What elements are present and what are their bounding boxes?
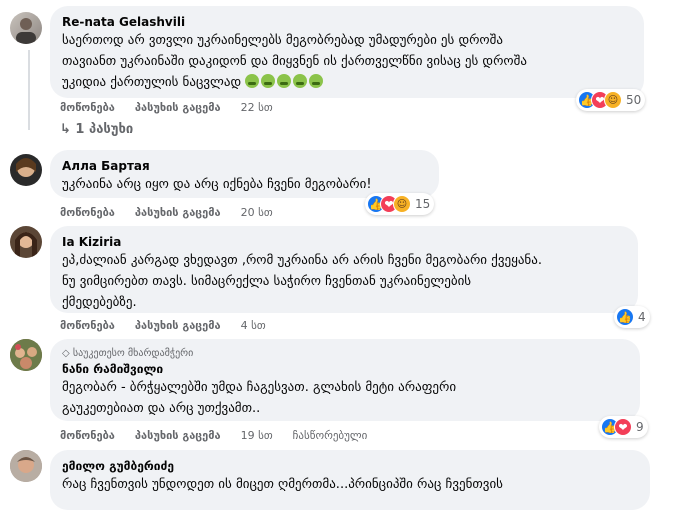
comment-actions: მოწონება პასუხის გაცემა 20 სთ — [60, 206, 273, 219]
comment-bubble: Ia Kiziria ეპ,ძალიან კარგად ვხედავთ ,რომ… — [50, 226, 638, 313]
avatar[interactable] — [10, 450, 42, 482]
comment-text: მეგობარ - ბრჭყალებში უმდა ჩაგესვათ. გლახ… — [62, 377, 628, 419]
timestamp[interactable]: 4 სთ — [241, 319, 266, 332]
avatar-image — [10, 450, 42, 482]
reaction-summary[interactable]: 👍 ❤ ☺ 50 — [576, 89, 646, 111]
thread-line — [28, 50, 30, 130]
comment-bubble: Re-nata Gelashvili საერთოდ არ ვთვლი უკრა… — [50, 6, 644, 98]
avatar-image — [16, 18, 36, 44]
comment-author[interactable]: Re-nata Gelashvili — [62, 14, 632, 30]
comment-line: ეპ,ძალიან კარგად ვხედავთ ,რომ უკრაინა არ… — [62, 253, 542, 268]
reply-button[interactable]: პასუხის გაცემა — [135, 101, 221, 114]
comment-author[interactable]: ემილო გუმბერიძე — [62, 458, 638, 474]
timestamp[interactable]: 20 სთ — [241, 206, 273, 219]
avatar[interactable] — [10, 339, 42, 371]
reaction-summary[interactable]: 👍 4 — [614, 306, 650, 328]
comment-line: უკიდია ქართულის ნაცვლად — [62, 72, 632, 93]
like-button[interactable]: მოწონება — [60, 206, 115, 219]
timestamp[interactable]: 19 სთ — [241, 429, 273, 442]
badge-label: საუკეთესო მხარდამჭერი — [72, 348, 194, 359]
avatar-image — [16, 158, 36, 177]
avatar[interactable] — [10, 226, 42, 258]
view-replies-link[interactable]: ↳ 1 პასუხი — [60, 122, 133, 137]
timestamp[interactable]: 22 სთ — [241, 101, 273, 114]
comment-text: უკრაინა არც იყო და არც იქნება ჩვენი მეგო… — [62, 177, 372, 192]
reaction-summary[interactable]: 👍 ❤ 9 — [599, 416, 648, 438]
comment-line: ქმედებებზე. — [62, 295, 137, 310]
comment-text: ეპ,ძალიან კარგად ვხედავთ ,რომ უკრაინა არ… — [62, 250, 626, 313]
like-button[interactable]: მოწონება — [60, 429, 115, 442]
comment-author[interactable]: ნანი რამიშვილი — [62, 361, 628, 377]
reaction-count: 9 — [636, 420, 644, 434]
avatar-image — [15, 232, 37, 258]
comment-author[interactable]: Ia Kiziria — [62, 234, 626, 250]
comment-line: გაუკეთებიათ და არც უთქვამთ.. — [62, 401, 261, 416]
comment-bubble: ემილო გუმბერიძე რაც ჩვენთვის უნდოდეთ ის … — [50, 450, 650, 510]
haha-icon: ☺ — [393, 195, 411, 213]
edited-label[interactable]: ჩასწორებული — [293, 429, 368, 442]
reaction-count: 4 — [638, 310, 646, 324]
comment-line: საერთოდ არ ვთვლი უკრაინელებს მეგობრებად … — [62, 33, 503, 48]
reply-button[interactable]: პასუხის გაცემა — [135, 206, 221, 219]
like-icon: 👍 — [616, 308, 634, 326]
comment-line: მეგობარ - ბრჭყალებში უმდა ჩაგესვათ. გლახ… — [62, 380, 457, 395]
reaction-summary[interactable]: 👍 ❤ ☺ 15 — [365, 193, 435, 215]
comment-line: თავიანთ უკრაინაში დაკიდონ და მიყვნენ ის … — [62, 54, 527, 69]
like-button[interactable]: მოწონება — [60, 319, 115, 332]
comment-actions: მოწონება პასუხის გაცემა 19 სთ ჩასწორებულ… — [60, 429, 367, 442]
avatar-image — [10, 339, 42, 371]
comment-text: რაც ჩვენთვის უნდოდეთ ის მიცეთ ღმერთმა...… — [62, 477, 503, 492]
reaction-count: 50 — [626, 93, 642, 107]
like-button[interactable]: მოწონება — [60, 101, 115, 114]
avatar[interactable] — [10, 154, 42, 186]
nauseated-face-icon — [245, 74, 325, 90]
reply-button[interactable]: პასუხის გაცემა — [135, 319, 221, 332]
love-icon: ❤ — [614, 418, 632, 436]
reaction-count: 15 — [415, 197, 431, 211]
comment-author[interactable]: Алла Бартая — [62, 158, 427, 174]
haha-icon: ☺ — [604, 91, 622, 109]
comment-bubble: Алла Бартая უკრაინა არც იყო და არც იქნებ… — [50, 150, 439, 198]
comment-text: საერთოდ არ ვთვლი უკრაინელებს მეგობრებად … — [62, 30, 632, 93]
top-fan-badge: ◇ საუკეთესო მხარდამჭერი — [62, 347, 628, 361]
reply-button[interactable]: პასუხის გაცემა — [135, 429, 221, 442]
comment-line: ნუ ვიმცირებთ თავს. სიმაცრექლა საჭირო ჩვე… — [62, 274, 472, 289]
avatar[interactable] — [10, 12, 42, 44]
comment-bubble: ◇ საუკეთესო მხარდამჭერი ნანი რამიშვილი მ… — [50, 339, 640, 421]
comment-actions: მოწონება პასუხის გაცემა 22 სთ — [60, 101, 273, 114]
diamond-icon: ◇ — [62, 348, 73, 359]
comment-actions: მოწონება პასუხის გაცემა 4 სთ — [60, 319, 266, 332]
comment-line-text: უკიდია ქართულის ნაცვლად — [62, 75, 242, 90]
